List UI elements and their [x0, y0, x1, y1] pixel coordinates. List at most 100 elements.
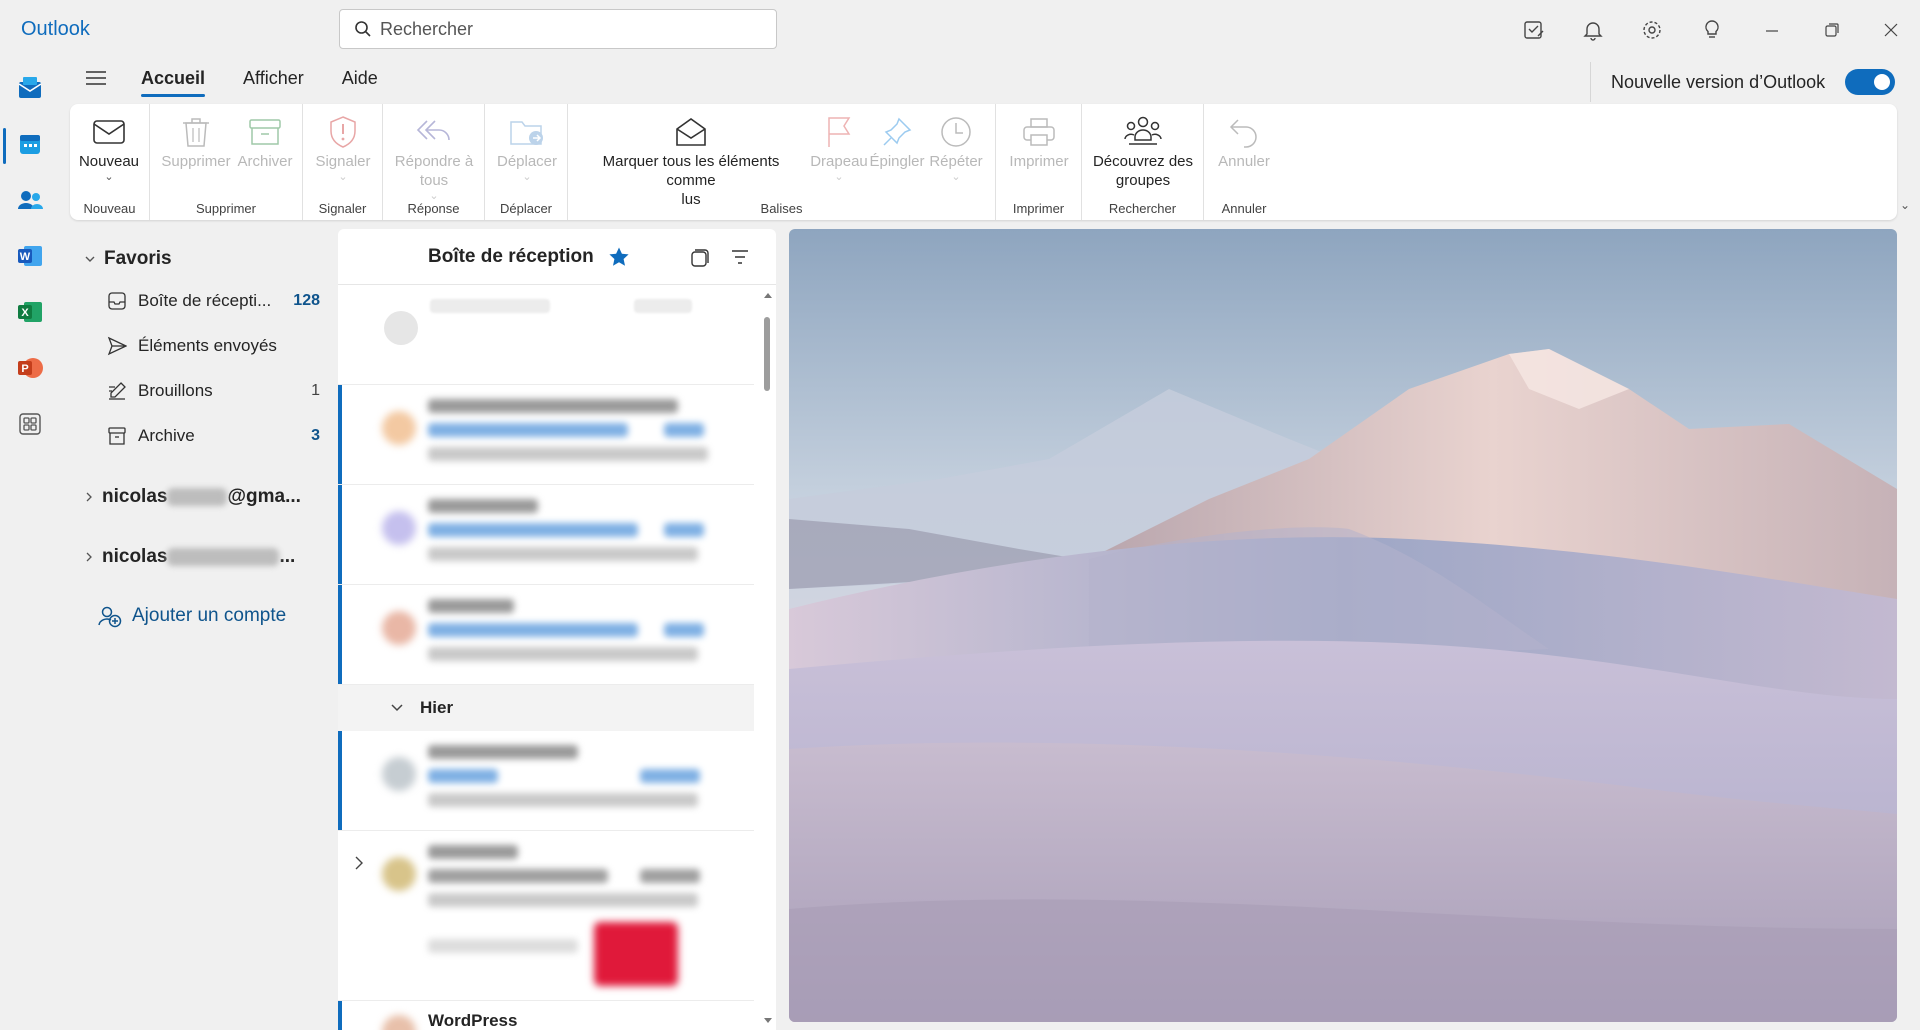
folder-archive[interactable]: Archive 3 — [106, 421, 320, 451]
flag-icon — [828, 117, 851, 147]
favorite-star-icon[interactable] — [608, 246, 630, 273]
shield-alert-icon — [330, 116, 356, 148]
new-outlook-switch: Nouvelle version d’Outlook — [1590, 62, 1896, 102]
inbox-icon — [106, 291, 128, 311]
favorites-header[interactable]: Favoris — [84, 248, 172, 270]
ribbon-tabs: Accueil Afficher Aide — [141, 68, 378, 97]
list-item[interactable] — [338, 485, 754, 585]
list-item[interactable] — [338, 731, 754, 831]
attachment-thumbnail[interactable] — [594, 922, 678, 986]
scroll-down-icon[interactable] — [763, 1017, 773, 1025]
search-input[interactable] — [380, 18, 760, 40]
scroll-thumb[interactable] — [764, 317, 770, 391]
message-list-title: Boîte de réception — [428, 246, 594, 267]
undo-button[interactable]: Annuler — [1210, 112, 1278, 171]
report-button[interactable]: Signaler ⌄ — [308, 112, 378, 183]
flag-button[interactable]: Drapeau ⌄ — [808, 112, 870, 183]
list-item[interactable] — [338, 1001, 754, 1030]
discover-groups-button[interactable]: Découvrez des groupes — [1088, 112, 1198, 190]
search-box[interactable] — [339, 9, 777, 49]
lightbulb-icon[interactable] — [1698, 16, 1726, 44]
search-icon — [355, 21, 371, 37]
new-outlook-toggle[interactable] — [1845, 69, 1896, 95]
drafts-icon — [106, 381, 128, 401]
account-other[interactable]: nicolas... — [84, 546, 324, 568]
filter-icon[interactable] — [730, 248, 750, 271]
snooze-button[interactable]: Répéter ⌄ — [924, 112, 988, 183]
archive-icon — [106, 426, 128, 446]
chevron-right-icon[interactable] — [354, 855, 364, 871]
list-item-thread[interactable] — [338, 831, 754, 1001]
ribbon-expand-chevron-icon[interactable]: ⌄ — [1900, 198, 1910, 212]
folder-sent[interactable]: Éléments envoyés — [106, 331, 320, 361]
day-group-header[interactable]: Hier — [338, 685, 754, 731]
ribbon-group-rechercher: Découvrez des groupes Rechercher — [1082, 104, 1204, 220]
list-item-skeleton — [338, 285, 754, 385]
chevron-down-icon — [391, 704, 403, 712]
word-icon[interactable]: W — [14, 240, 46, 272]
hamburger-menu-icon[interactable] — [84, 68, 112, 92]
list-item[interactable] — [338, 585, 754, 685]
clock-icon — [941, 117, 971, 147]
chevron-down-icon — [85, 256, 95, 262]
tab-afficher[interactable]: Afficher — [243, 68, 304, 97]
folder-inbox[interactable]: Boîte de récepti... 128 — [106, 286, 320, 316]
reply-all-button[interactable]: Répondre à tous ⌄ — [389, 112, 479, 202]
folder-drafts[interactable]: Brouillons 1 — [106, 376, 320, 406]
bell-icon[interactable] — [1579, 16, 1607, 44]
pin-button[interactable]: Épingler — [868, 112, 926, 171]
select-mode-icon[interactable] — [690, 248, 710, 273]
minimize-icon[interactable] — [1758, 16, 1786, 44]
svg-text:P: P — [21, 363, 28, 375]
move-button[interactable]: Déplacer ⌄ — [491, 112, 563, 183]
account-gmail[interactable]: nicolas @gma... — [84, 486, 324, 508]
chevron-right-icon — [86, 552, 92, 562]
calendar-icon[interactable] — [14, 128, 46, 160]
reply-all-icon — [416, 120, 450, 141]
powerpoint-icon[interactable]: P — [14, 352, 46, 384]
ribbon-group-signaler: Signaler ⌄ Signaler — [303, 104, 383, 220]
send-icon — [106, 336, 128, 356]
title-bar: Outlook — [0, 0, 1920, 58]
mail-icon[interactable] — [14, 72, 46, 104]
archive-button[interactable]: Archiver — [234, 112, 296, 171]
app-title: Outlook — [21, 18, 90, 40]
scroll-up-icon[interactable] — [763, 291, 773, 299]
tab-accueil[interactable]: Accueil — [141, 68, 206, 97]
new-mail-button[interactable]: Nouveau ⌄ — [74, 112, 144, 183]
undo-icon — [1229, 119, 1257, 148]
active-indicator — [3, 128, 6, 164]
sender-name: WordPress — [428, 1011, 518, 1030]
ribbon-group-annuler: Annuler Annuler — [1204, 104, 1284, 220]
ribbon-group-imprimer: Imprimer Imprimer — [996, 104, 1082, 220]
my-day-icon[interactable] — [1520, 16, 1548, 44]
groups-icon — [1124, 116, 1162, 145]
message-list-scrollbar[interactable] — [760, 285, 776, 1030]
ribbon-group-deplacer: Déplacer ⌄ Déplacer — [485, 104, 568, 220]
folder-move-icon — [510, 121, 543, 145]
restore-icon[interactable] — [1818, 16, 1846, 44]
print-button[interactable]: Imprimer — [1002, 112, 1076, 171]
desert-landscape-image — [789, 229, 1897, 1022]
pin-icon — [883, 117, 912, 146]
mail-open-icon — [676, 118, 706, 146]
message-list-header: Boîte de réception — [338, 229, 776, 285]
mark-all-read-button[interactable]: Marquer tous les éléments comme lus — [578, 112, 804, 209]
reading-pane-background — [789, 229, 1897, 1022]
add-account-button[interactable]: Ajouter un compte — [98, 604, 286, 628]
ribbon-group-balises: Marquer tous les éléments comme lus Drap… — [568, 104, 996, 220]
delete-button[interactable]: Supprimer — [158, 112, 234, 171]
archive-count: 3 — [311, 427, 320, 444]
add-person-icon — [98, 606, 122, 628]
app-rail: W X P — [0, 58, 60, 1030]
gear-icon[interactable] — [1638, 16, 1666, 44]
close-icon[interactable] — [1877, 16, 1905, 44]
tab-aide[interactable]: Aide — [342, 68, 378, 97]
ribbon-group-nouveau: Nouveau ⌄ Nouveau — [70, 104, 150, 220]
list-item[interactable] — [338, 385, 754, 485]
printer-icon — [1023, 118, 1055, 146]
chevron-down-icon: ⌄ — [104, 171, 114, 183]
excel-icon[interactable]: X — [14, 296, 46, 328]
people-icon[interactable] — [14, 184, 46, 216]
apps-icon[interactable] — [14, 408, 46, 440]
